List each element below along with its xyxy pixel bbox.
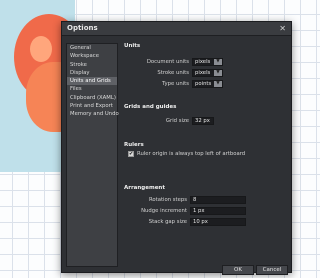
cancel-button[interactable]: Cancel — [256, 265, 288, 275]
options-dialog: Options ✕ General Workspace Stroke Displ… — [61, 21, 292, 275]
category-item-stroke[interactable]: Stroke — [67, 61, 117, 69]
section-title-grids: Grids and guides — [124, 104, 177, 110]
category-item-print-and-export[interactable]: Print and Export — [67, 102, 117, 110]
rotation-steps-label: Rotation steps — [148, 197, 187, 203]
stroke-units-value: pixels — [195, 70, 211, 76]
chevron-down-icon: ▼ — [214, 81, 222, 87]
section-title-units: Units — [124, 43, 141, 49]
stack-gap-input[interactable]: 10 px — [190, 218, 246, 226]
chevron-down-icon: ▼ — [214, 70, 222, 76]
nudge-increment-input[interactable]: 1 px — [190, 207, 246, 215]
type-units-label: Type units — [162, 81, 189, 87]
ruler-origin-label: Ruler origin is always top left of artbo… — [137, 151, 246, 157]
category-item-memory-and-undo[interactable]: Memory and Undo — [67, 110, 119, 118]
close-icon[interactable]: ✕ — [279, 23, 286, 34]
settings-panel: Units Document units pixels ▼ Stroke uni… — [121, 39, 289, 275]
ok-button[interactable]: OK — [222, 265, 254, 275]
ruler-origin-checkbox[interactable]: ✔ — [128, 151, 134, 157]
section-title-rulers: Rulers — [124, 142, 144, 148]
nudge-increment-label: Nudge increment — [141, 208, 187, 214]
grid-size-label: Grid size — [165, 118, 189, 124]
section-title-arrangement: Arrangement — [124, 185, 165, 191]
category-item-general[interactable]: General — [67, 44, 117, 52]
artwork-shape — [30, 36, 52, 62]
document-units-select[interactable]: pixels ▼ — [192, 58, 223, 66]
dialog-title: Options — [67, 24, 98, 32]
category-item-display[interactable]: Display — [67, 69, 117, 77]
rotation-steps-input[interactable]: 8 — [190, 196, 246, 204]
category-item-files[interactable]: Files — [67, 85, 117, 93]
stroke-units-select[interactable]: pixels ▼ — [192, 69, 223, 77]
dialog-titlebar[interactable]: Options ✕ — [62, 22, 291, 36]
document-units-label: Document units — [146, 59, 189, 65]
category-item-workspace[interactable]: Workspace — [67, 52, 117, 60]
category-item-clipboard[interactable]: Clipboard (XAML) — [67, 94, 117, 102]
stack-gap-label: Stack gap size — [148, 219, 187, 225]
document-units-value: pixels — [195, 59, 211, 65]
stroke-units-label: Stroke units — [157, 70, 189, 76]
grid-size-input[interactable]: 32 px — [192, 117, 214, 125]
type-units-value: points — [195, 81, 212, 87]
category-item-units-and-grids[interactable]: Units and Grids — [67, 77, 117, 86]
type-units-select[interactable]: points ▼ — [192, 80, 223, 88]
category-list: General Workspace Stroke Display Units a… — [66, 43, 119, 267]
chevron-down-icon: ▼ — [214, 59, 222, 65]
